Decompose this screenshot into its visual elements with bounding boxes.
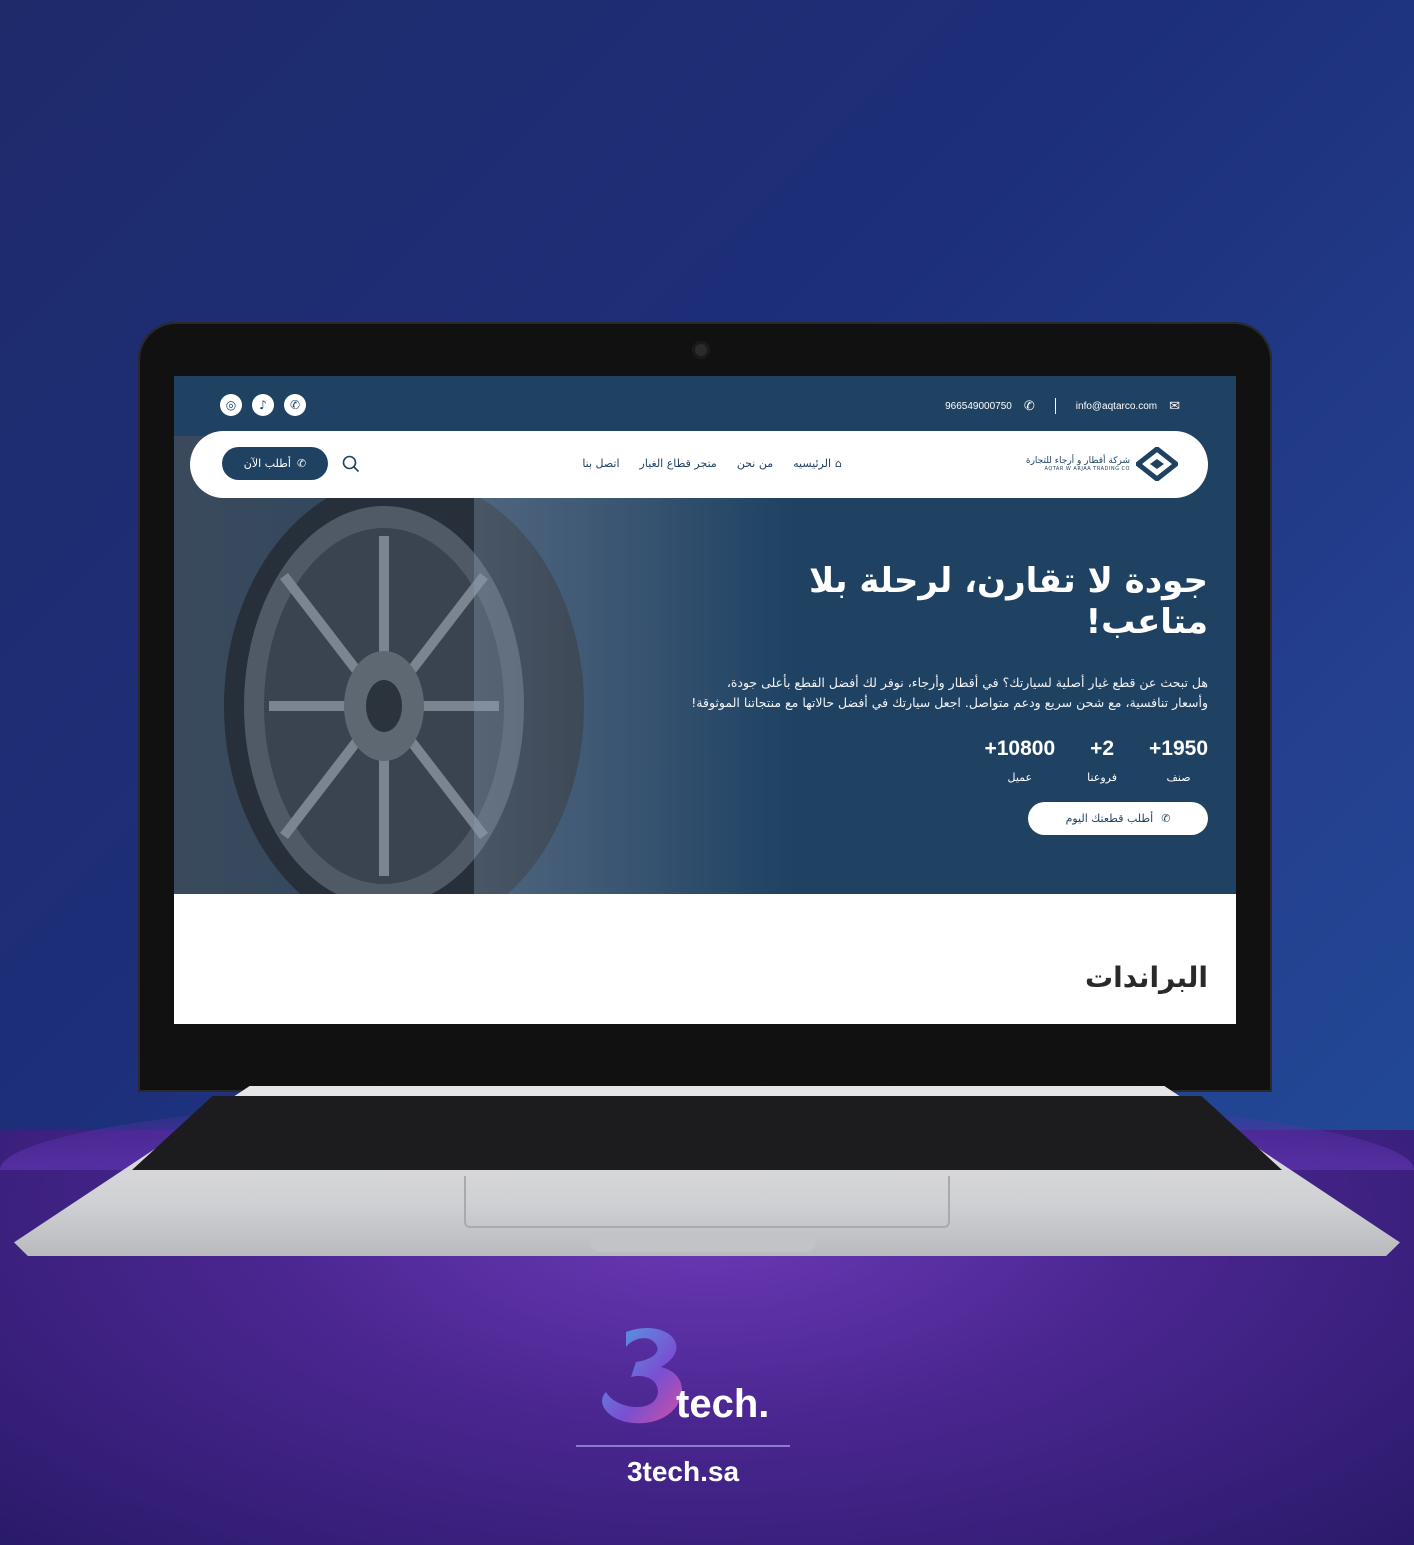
stat-value: +2 — [1090, 736, 1115, 760]
whatsapp-icon: ✆ — [1161, 812, 1171, 825]
laptop-trackpad — [464, 1176, 950, 1228]
whatsapp-icon[interactable]: ✆ — [284, 394, 306, 416]
top-bar: ◎ ♪ ✆ 966549000750 ✆ info@aqtarco.com ✉ — [174, 376, 1236, 436]
stat-label: صنف — [1166, 770, 1191, 784]
laptop-keyboard — [132, 1096, 1282, 1170]
hero-content: جودة لا تقارن، لرحلة بلا متاعب! هل تبحث … — [688, 561, 1208, 784]
brand-divider — [576, 1445, 790, 1447]
nav-about[interactable]: من نحن — [737, 457, 773, 470]
logo-text: شركة أقطار و أرجاء للتجارة AQTAR W ARJAA… — [1026, 456, 1130, 472]
stat-item: +2 فروعنا — [1087, 737, 1117, 784]
company-logo[interactable]: شركة أقطار و أرجاء للتجارة AQTAR W ARJAA… — [1026, 447, 1178, 481]
brands-heading: البراندات — [1085, 961, 1208, 994]
order-now-label: أطلب الآن — [243, 457, 291, 470]
phone-number[interactable]: 966549000750 — [945, 401, 1012, 412]
main-navbar: شركة أقطار و أرجاء للتجارة AQTAR W ARJAA… — [190, 431, 1208, 498]
search-button[interactable] — [340, 453, 362, 475]
nav-contact[interactable]: اتصل بنا — [582, 457, 619, 470]
contact-info: 966549000750 ✆ info@aqtarco.com ✉ — [945, 398, 1180, 414]
hero-title: جودة لا تقارن، لرحلة بلا متاعب! — [808, 561, 1208, 642]
logo-arabic: شركة أقطار و أرجاء للتجارة — [1025, 456, 1130, 466]
stat-value: +1950 — [1149, 736, 1208, 760]
stat-label: عميل — [1007, 770, 1033, 784]
order-part-button[interactable]: ✆ أطلب قطعتك اليوم — [1028, 802, 1208, 835]
stat-item: +10800 عميل — [984, 737, 1055, 784]
search-icon — [342, 455, 360, 473]
email-address[interactable]: info@aqtarco.com — [1076, 401, 1157, 412]
brand-url: 3tech.sa — [626, 1456, 740, 1487]
whatsapp-icon: ✆ — [296, 457, 307, 470]
laptop-screen: ◎ ♪ ✆ 966549000750 ✆ info@aqtarco.com ✉ — [174, 376, 1236, 1024]
stats-row: +1950 صنف +2 فروعنا +10800 عميل — [688, 737, 1208, 784]
stat-item: +1950 صنف — [1149, 737, 1208, 784]
social-links: ◎ ♪ ✆ — [220, 394, 306, 416]
hero-section: جودة لا تقارن، لرحلة بلا متاعب! هل تبحث … — [174, 436, 1236, 894]
3tech-logo: tech. — [602, 1327, 769, 1426]
mail-icon: ✉ — [1169, 398, 1180, 413]
nav-store[interactable]: متجر قطاع الغيار — [640, 457, 717, 470]
instagram-icon[interactable]: ◎ — [220, 394, 242, 416]
nav-links: ⌂ الرئيسيه من نحن متجر قطاع الغيار اتصل … — [582, 457, 842, 470]
nav-home-label: الرئيسيه — [793, 457, 832, 470]
logo-wordmark: tech. — [676, 1382, 769, 1426]
tiktok-icon[interactable]: ♪ — [252, 394, 274, 416]
phone-icon: ✆ — [1023, 398, 1035, 413]
logo-english: AQTAR W ARJAA TRADING CO — [1044, 466, 1130, 472]
stat-label: فروعنا — [1087, 770, 1118, 784]
divider — [1054, 398, 1056, 414]
nav-home[interactable]: ⌂ الرئيسيه — [793, 457, 842, 470]
hero-description: هل تبحث عن قطع غيار أصلية لسيارتك؟ في أق… — [691, 674, 1208, 710]
order-now-button[interactable]: أطلب الآن ✆ — [222, 447, 328, 480]
laptop-camera — [692, 341, 710, 359]
home-icon: ⌂ — [835, 457, 842, 470]
order-part-label: أطلب قطعتك اليوم — [1065, 812, 1154, 825]
logo-mark-icon — [1136, 447, 1178, 481]
laptop-notch — [590, 1234, 816, 1252]
stat-value: +10800 — [984, 736, 1056, 760]
